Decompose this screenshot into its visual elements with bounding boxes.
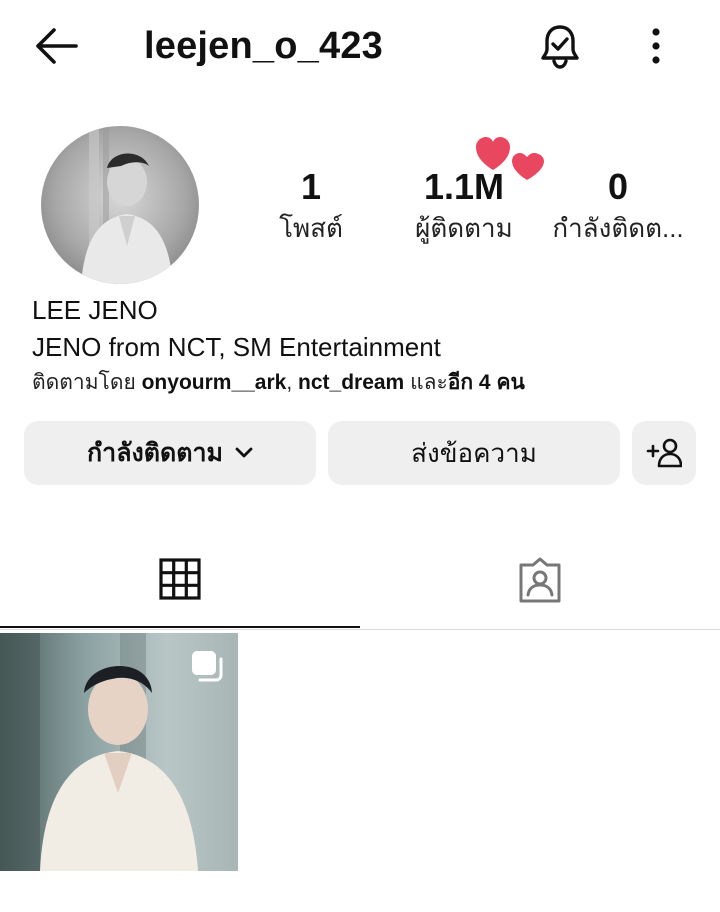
followed-by-prefix: ติดตามโดย bbox=[32, 371, 142, 394]
grid-icon bbox=[159, 558, 201, 600]
bell-check-icon bbox=[541, 25, 579, 69]
top-bar: leejen_o_423 bbox=[0, 0, 720, 92]
following-count-value: 0 bbox=[607, 166, 629, 207]
followed-by-user-link[interactable]: onyourm__ark bbox=[142, 371, 287, 394]
followed-by-user-link[interactable]: nct_dream bbox=[298, 371, 404, 394]
profile-page: leejen_o_423 1 โพสต์ 1.1M ผู้ติดตาม 0 กำ… bbox=[0, 0, 720, 912]
followers-count-label: ผู้ติดตาม bbox=[415, 213, 513, 243]
arrow-left-icon bbox=[36, 28, 78, 64]
following-count[interactable]: 0 กำลังติดต... bbox=[548, 166, 688, 248]
more-vertical-icon bbox=[652, 28, 660, 64]
profile-display-name: LEE JENO bbox=[32, 295, 158, 325]
followed-by-and: และ bbox=[404, 371, 448, 394]
tab-posts-grid[interactable] bbox=[0, 532, 360, 628]
more-options-button[interactable] bbox=[636, 20, 676, 72]
following-count-label: กำลังติดต... bbox=[552, 213, 684, 243]
followed-by-text[interactable]: ติดตามโดย onyourm__ark, nct_dream และอีก… bbox=[32, 368, 525, 398]
posts-count[interactable]: 1 โพสต์ bbox=[255, 166, 367, 248]
message-button[interactable]: ส่งข้อความ bbox=[328, 421, 620, 485]
followed-by-separator: , bbox=[286, 371, 299, 394]
profile-bio: JENO from NCT, SM Entertainment bbox=[32, 332, 441, 362]
suggested-users-button[interactable] bbox=[632, 421, 696, 485]
following-button-label: กำลังติดตาม bbox=[87, 439, 223, 467]
notifications-button[interactable] bbox=[534, 20, 586, 72]
back-button[interactable] bbox=[28, 24, 84, 68]
profile-username: leejen_o_423 bbox=[144, 25, 384, 67]
tagged-person-icon bbox=[519, 557, 561, 603]
tab-tagged[interactable] bbox=[360, 532, 720, 628]
followed-by-others[interactable]: อีก 4 คน bbox=[448, 371, 525, 394]
profile-avatar[interactable] bbox=[41, 126, 199, 284]
profile-tabs bbox=[0, 532, 720, 630]
chevron-down-icon bbox=[235, 447, 253, 459]
multiple-photos-icon bbox=[192, 651, 223, 682]
add-person-icon bbox=[646, 438, 682, 468]
posts-count-value: 1 bbox=[300, 166, 322, 207]
following-button[interactable]: กำลังติดตาม bbox=[24, 421, 316, 485]
avatar-image bbox=[81, 126, 173, 284]
hearts-sticker-icon bbox=[476, 137, 544, 180]
message-button-label: ส่งข้อความ bbox=[411, 437, 537, 468]
posts-count-label: โพสต์ bbox=[279, 213, 343, 243]
post-thumbnail[interactable] bbox=[0, 633, 238, 871]
